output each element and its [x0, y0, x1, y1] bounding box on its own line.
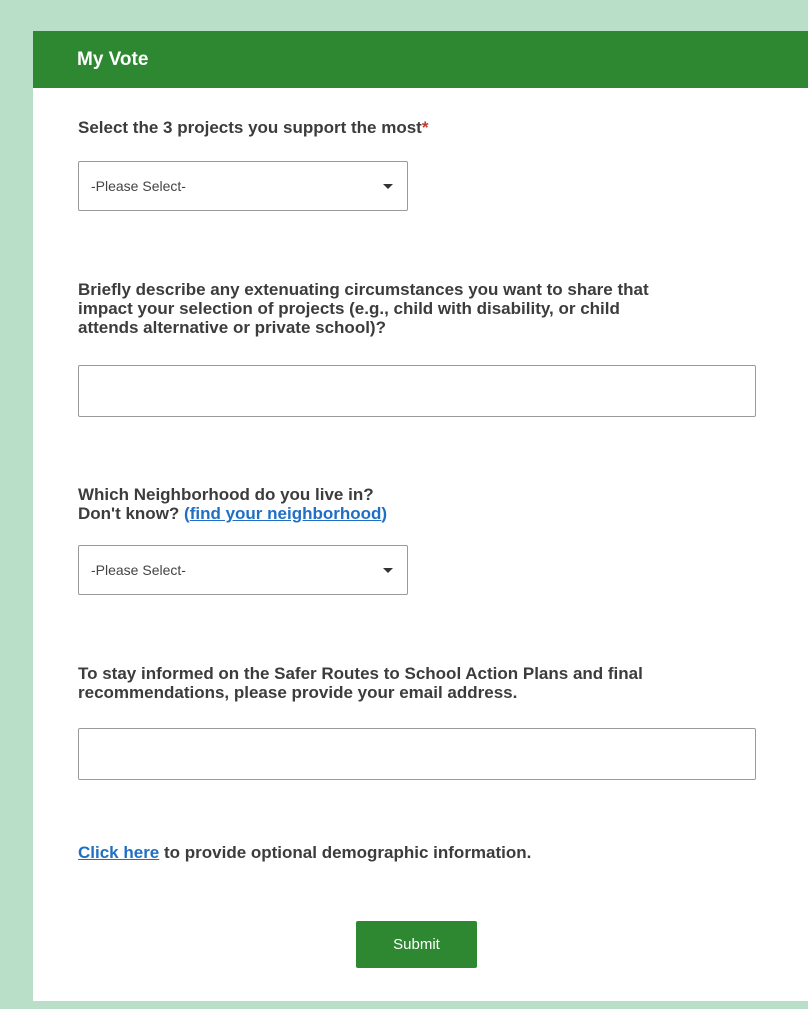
question-email-label: To stay informed on the Safer Routes to …	[78, 664, 768, 702]
question-circumstances-line-1: Briefly describe any extenuating circums…	[78, 280, 649, 299]
dont-know-text: Don't know?	[78, 504, 185, 523]
chevron-down-icon	[383, 183, 393, 189]
question-neighborhood-line-2: Don't know? (find your neighborhood)	[78, 504, 768, 523]
form-title: My Vote	[77, 48, 149, 70]
email-input[interactable]	[78, 728, 756, 780]
submit-button[interactable]: Submit	[356, 921, 477, 968]
projects-select[interactable]: -Please Select-	[78, 161, 408, 211]
form-header: My Vote	[33, 31, 808, 88]
chevron-down-icon	[383, 567, 393, 573]
required-asterisk: *	[421, 118, 429, 137]
link-close-paren: )	[381, 504, 388, 523]
question-circumstances-label: Briefly describe any extenuating circums…	[78, 280, 768, 337]
question-projects-label: Select the 3 projects you support the mo…	[78, 118, 768, 137]
question-neighborhood-line-1: Which Neighborhood do you live in?	[78, 485, 374, 504]
question-circumstances-line-2: impact your selection of projects (e.g.,…	[78, 299, 620, 318]
question-circumstances-line-3: attends alternative or private school)?	[78, 318, 386, 337]
question-neighborhood-label: Which Neighborhood do you live in? Don't…	[78, 485, 768, 523]
projects-select-value: -Please Select-	[91, 178, 186, 194]
question-projects-text: Select the 3 projects you support the mo…	[78, 118, 422, 137]
vote-form-card: My Vote Select the 3 projects you suppor…	[33, 31, 808, 1001]
demographic-text: to provide optional demographic informat…	[159, 843, 532, 862]
demographic-line: Click here to provide optional demograph…	[78, 843, 768, 862]
neighborhood-select[interactable]: -Please Select-	[78, 545, 408, 595]
neighborhood-select-value: -Please Select-	[91, 562, 186, 578]
demographic-link[interactable]: Click here	[78, 843, 159, 862]
question-email-line-2: recommendations, please provide your ema…	[78, 683, 518, 702]
find-neighborhood-link[interactable]: find your neighborhood	[190, 504, 382, 523]
circumstances-input[interactable]	[78, 365, 756, 417]
question-email-line-1: To stay informed on the Safer Routes to …	[78, 664, 643, 683]
